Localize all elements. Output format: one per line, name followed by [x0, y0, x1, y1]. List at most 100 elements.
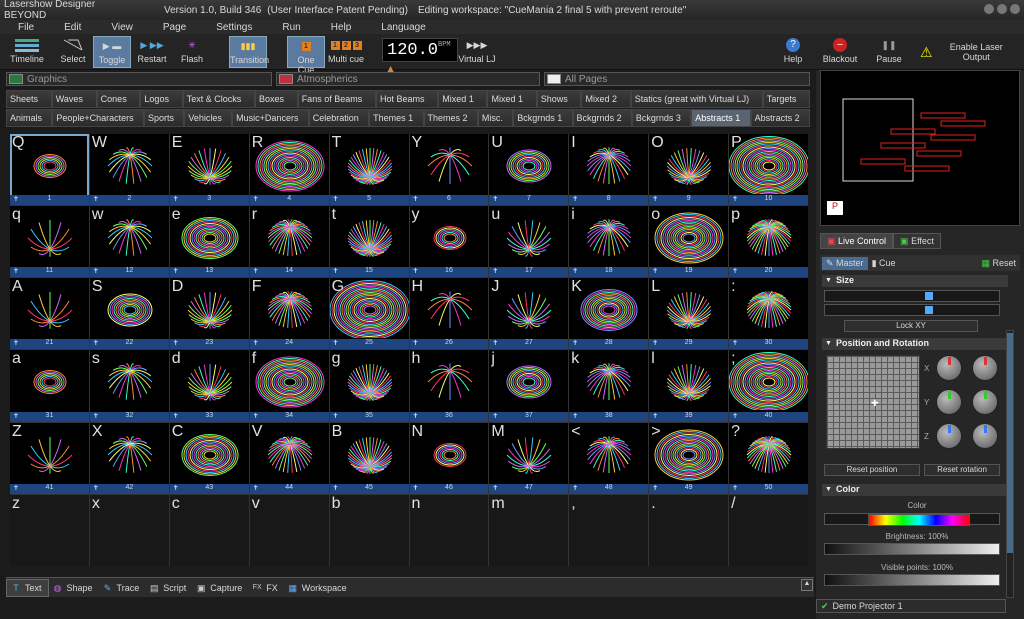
atmospherics-filter[interactable]: Atmospherics: [276, 72, 540, 86]
cue-slot[interactable]: T ✝ 5: [329, 134, 409, 206]
category-tab[interactable]: Fans of Beams: [297, 90, 376, 108]
tab-effect[interactable]: ▣ Effect: [893, 233, 941, 249]
empty-cue-slot[interactable]: z: [10, 494, 89, 566]
empty-cue-slot[interactable]: v: [249, 494, 329, 566]
cue-slot[interactable]: g ✝ 35: [329, 350, 409, 422]
reset-button[interactable]: ▦ Reset: [977, 257, 1020, 270]
y-rotation-speed-knob[interactable]: [972, 389, 998, 415]
brightness-slider[interactable]: [824, 543, 1000, 555]
cue-slot[interactable]: M ✝ 47: [489, 422, 569, 494]
category-tab[interactable]: People+Characters: [52, 109, 144, 127]
lock-xy-button[interactable]: Lock XY: [844, 320, 978, 332]
cue-slot[interactable]: W ✝ 2: [89, 134, 169, 206]
restart-button[interactable]: ▶ ▶▶ Restart: [134, 36, 170, 68]
cue-slot[interactable]: q ✝ 11: [10, 206, 89, 278]
category-tab[interactable]: Misc.: [477, 109, 514, 127]
cue-slot[interactable]: Z ✝ 41: [10, 422, 89, 494]
select-button[interactable]: Select: [56, 36, 90, 68]
cue-slot[interactable]: ; ✝ 40: [729, 350, 808, 422]
tab-script[interactable]: ▤ Script: [145, 579, 192, 597]
cue-slot[interactable]: h ✝ 36: [409, 350, 489, 422]
menu-help[interactable]: Help: [313, 22, 364, 33]
cue-slot[interactable]: p ✝ 20: [729, 206, 808, 278]
menu-settings[interactable]: Settings: [198, 22, 264, 33]
empty-cue-slot[interactable]: x: [89, 494, 169, 566]
cue-button[interactable]: ▮ Cue: [868, 257, 900, 270]
category-tab[interactable]: Themes 1: [369, 109, 424, 127]
category-tab[interactable]: Sheets: [6, 90, 52, 108]
close-icon[interactable]: [1010, 4, 1020, 14]
enable-laser-button[interactable]: ⚠ Enable Laser Output: [920, 36, 1016, 68]
bpm-display[interactable]: 120.0BPM ▲: [382, 38, 458, 77]
blackout-button[interactable]: – Blackout: [820, 36, 860, 68]
category-tab[interactable]: Abstracts 2: [750, 109, 810, 127]
cue-slot[interactable]: V ✝ 44: [249, 422, 329, 494]
category-tab[interactable]: Themes 2: [423, 109, 478, 127]
menu-page[interactable]: Page: [145, 22, 198, 33]
cue-slot[interactable]: O ✝ 9: [649, 134, 729, 206]
cue-slot[interactable]: t ✝ 15: [329, 206, 409, 278]
scrollbar-thumb[interactable]: [1007, 333, 1013, 553]
master-button[interactable]: ✎ Master: [822, 256, 868, 270]
cue-slot[interactable]: ? ✝ 50: [729, 422, 808, 494]
category-tab[interactable]: Text & Clocks: [182, 90, 255, 108]
category-tab[interactable]: Mixed 1: [487, 90, 537, 108]
category-tab[interactable]: Bckgrnds 3: [631, 109, 692, 127]
transition-button[interactable]: ▮▮▮ Transition: [229, 36, 269, 68]
category-tab[interactable]: Animals: [6, 109, 53, 127]
timeline-button[interactable]: Timeline: [8, 36, 46, 68]
x-rotation-knob[interactable]: [936, 355, 962, 381]
category-tab[interactable]: Hot Beams: [375, 90, 439, 108]
cue-slot[interactable]: s ✝ 32: [89, 350, 169, 422]
empty-cue-slot[interactable]: .: [649, 494, 729, 566]
projector-row[interactable]: ✔ Demo Projector 1: [816, 599, 1006, 613]
panel-scrollbar[interactable]: [1006, 330, 1014, 598]
size-section[interactable]: Size: [822, 275, 1008, 287]
maximize-icon[interactable]: [997, 4, 1007, 14]
z-rotation-knob[interactable]: [936, 423, 962, 449]
x-rotation-speed-knob[interactable]: [972, 355, 998, 381]
size-x-slider[interactable]: [824, 290, 1000, 302]
cue-slot[interactable]: L ✝ 29: [649, 278, 729, 350]
cue-slot[interactable]: B ✝ 45: [329, 422, 409, 494]
cue-slot[interactable]: Q ✝ 1: [10, 134, 89, 206]
cue-slot[interactable]: S ✝ 22: [89, 278, 169, 350]
menu-file[interactable]: File: [0, 22, 46, 33]
cue-slot[interactable]: E ✝ 3: [169, 134, 249, 206]
help-button[interactable]: ? Help: [778, 36, 808, 68]
cue-slot[interactable]: > ✝ 49: [649, 422, 729, 494]
cue-slot[interactable]: N ✝ 46: [409, 422, 489, 494]
cue-slot[interactable]: j ✝ 37: [489, 350, 569, 422]
cue-slot[interactable]: d ✝ 33: [169, 350, 249, 422]
color-section[interactable]: Color: [822, 484, 1008, 496]
category-tab[interactable]: Bckgrnds 2: [572, 109, 632, 127]
multi-cue-button[interactable]: 1 2 3 Multi cue: [328, 36, 364, 68]
empty-cue-slot[interactable]: b: [329, 494, 409, 566]
menu-view[interactable]: View: [93, 22, 145, 33]
scroll-up-button[interactable]: ▲: [801, 579, 813, 591]
category-tab[interactable]: Mixed 1: [438, 90, 488, 108]
visible-points-slider[interactable]: [824, 574, 1000, 586]
cue-slot[interactable]: C ✝ 43: [169, 422, 249, 494]
cue-slot[interactable]: P ✝ 10: [729, 134, 808, 206]
cue-slot[interactable]: l ✝ 39: [649, 350, 729, 422]
category-tab[interactable]: Sports: [143, 109, 185, 127]
cue-slot[interactable]: r ✝ 14: [249, 206, 329, 278]
position-rotation-section[interactable]: Position and Rotation: [822, 338, 1008, 350]
category-tab[interactable]: Bckgrnds 1: [513, 109, 573, 127]
cue-slot[interactable]: a ✝ 31: [10, 350, 89, 422]
cue-slot[interactable]: f ✝ 34: [249, 350, 329, 422]
cue-slot[interactable]: I ✝ 8: [569, 134, 649, 206]
cue-slot[interactable]: F ✝ 24: [249, 278, 329, 350]
empty-cue-slot[interactable]: n: [409, 494, 489, 566]
category-tab[interactable]: Music+Dancers: [232, 109, 309, 127]
tab-text[interactable]: T Text: [6, 578, 49, 597]
pause-button[interactable]: ❚❚ Pause: [872, 36, 906, 68]
category-tab[interactable]: Celebration: [308, 109, 370, 127]
one-cue-button[interactable]: 1 One Cue: [287, 36, 325, 75]
cue-slot[interactable]: y ✝ 16: [409, 206, 489, 278]
cue-slot[interactable]: R ✝ 4: [249, 134, 329, 206]
cue-slot[interactable]: e ✝ 13: [169, 206, 249, 278]
category-tab[interactable]: Boxes: [254, 90, 298, 108]
empty-cue-slot[interactable]: /: [729, 494, 808, 566]
